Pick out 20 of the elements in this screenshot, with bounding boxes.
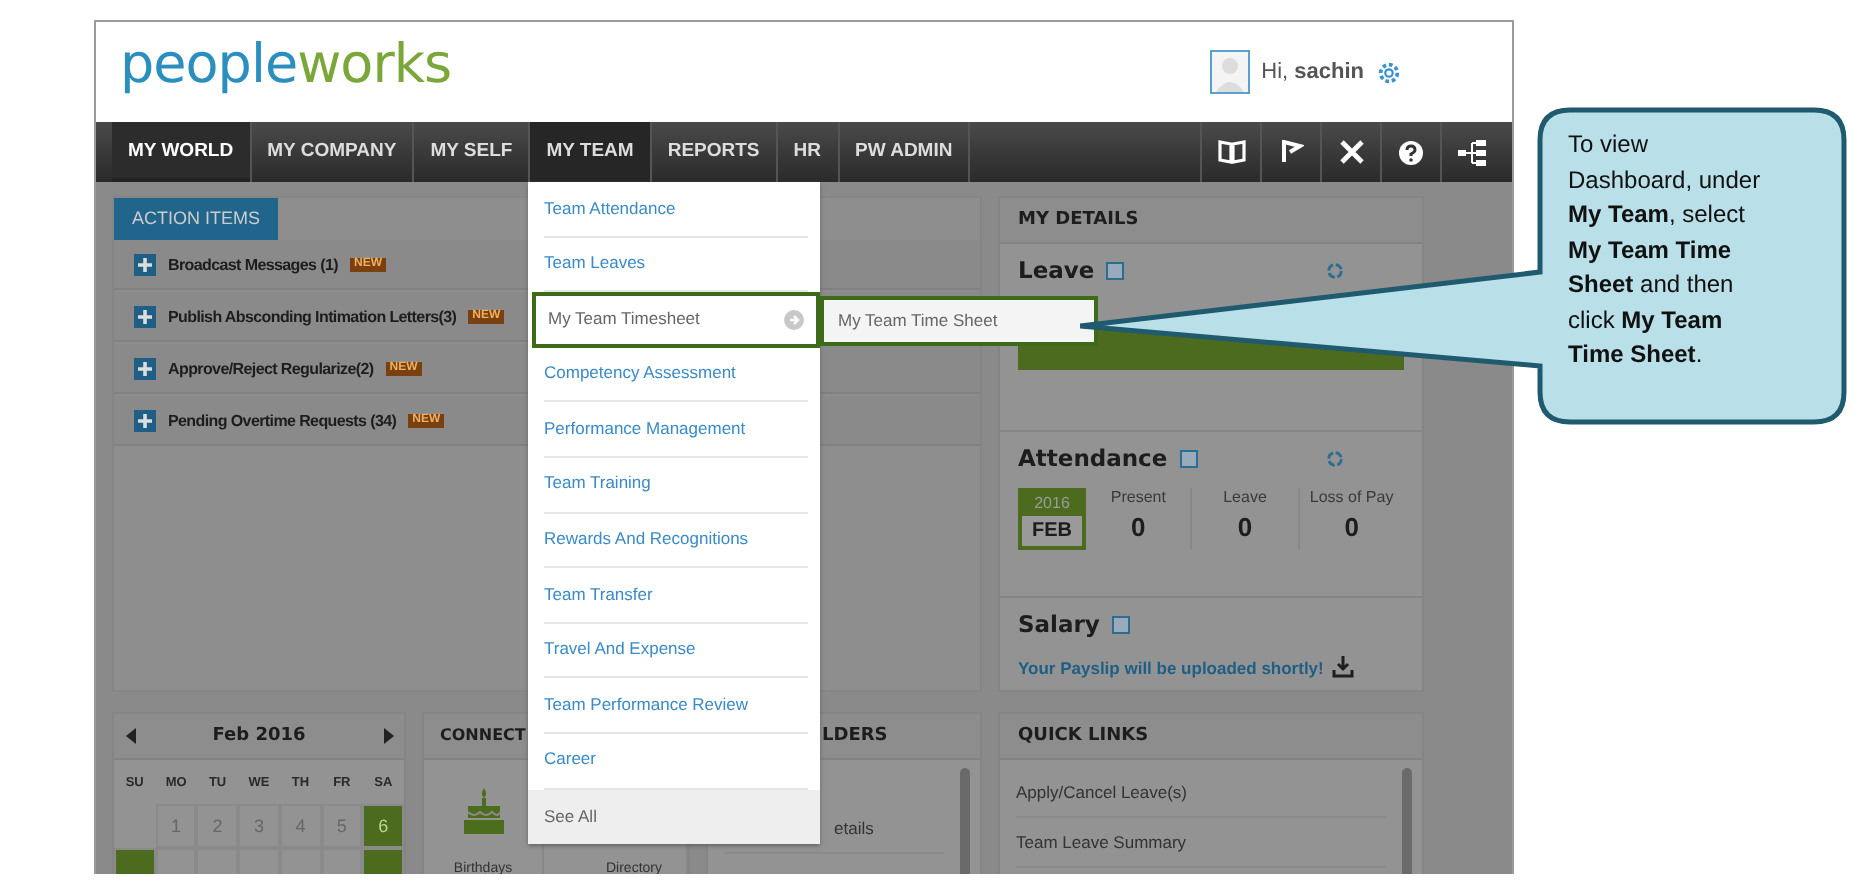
- action-item-label: Publish Absconding Intimation Letters(3): [168, 307, 457, 325]
- action-item-label: Pending Overtime Requests (34): [168, 411, 397, 429]
- stat-label: Present: [1110, 488, 1166, 507]
- logo: peopleworks: [120, 33, 452, 95]
- action-item-label: Approve/Reject Regularize(2): [168, 359, 374, 377]
- stat-value: 0: [1237, 512, 1253, 543]
- stat-label: Loss of Pay: [1309, 488, 1394, 507]
- callout-text: To view Dashboard, under My Team, select My Team Time Sheet and then click My Team Time Sheet.: [1568, 128, 1763, 372]
- stat-label: Leave: [1223, 488, 1267, 507]
- stat-value: 0: [1131, 512, 1146, 543]
- date-badge: 2016 FEB: [1018, 488, 1086, 551]
- section-title: Salary: [1018, 610, 1100, 638]
- panel-title: MY DETAILS: [1000, 198, 1422, 244]
- panel-title: QUICK LINKS: [1000, 714, 1422, 760]
- stat-value: 0: [1344, 512, 1359, 543]
- calendar-month: Feb 2016: [210, 726, 308, 746]
- section-title: Attendance: [1018, 444, 1168, 473]
- section-title: Leave: [1018, 256, 1095, 284]
- action-item-label: Broadcast Messages (1): [168, 255, 338, 273]
- greeting-text: Hi, sachin: [1261, 60, 1364, 84]
